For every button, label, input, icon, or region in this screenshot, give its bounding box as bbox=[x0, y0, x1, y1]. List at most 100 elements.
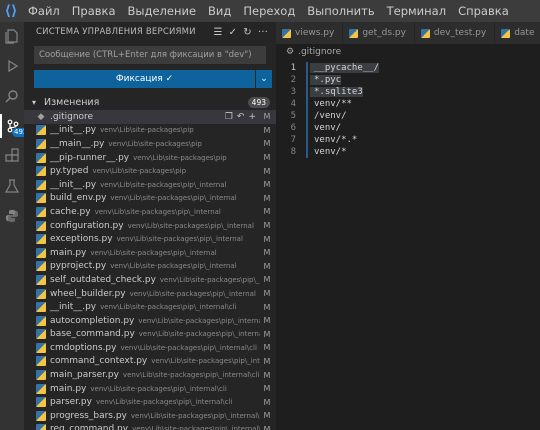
file-status: M bbox=[263, 248, 271, 258]
file-status: M bbox=[263, 424, 271, 430]
menu-item[interactable]: Терминал bbox=[381, 4, 452, 18]
editor-tab[interactable]: date bbox=[495, 22, 540, 44]
python-file-icon bbox=[36, 247, 46, 258]
file-name: __init__.py bbox=[50, 179, 97, 190]
menu-item[interactable]: Файл bbox=[22, 4, 66, 18]
view-as-tree-icon[interactable]: ☰ bbox=[214, 27, 223, 38]
chevron-down-icon: ⌄ bbox=[260, 74, 268, 84]
file-status: M bbox=[263, 153, 271, 163]
file-status: M bbox=[263, 289, 271, 299]
code-line: 5/venv/ bbox=[276, 110, 540, 122]
file-name: __init__.py bbox=[50, 302, 97, 313]
git-gutter-marker bbox=[306, 86, 308, 98]
explorer-icon[interactable] bbox=[0, 24, 24, 48]
file-name: py.typed bbox=[50, 166, 89, 177]
changed-file-row[interactable]: self_outdated_check.py venv\Lib\site-pack… bbox=[24, 273, 276, 287]
changed-file-row[interactable]: __init__.py venv\Lib\site-packages\pip\_i… bbox=[24, 300, 276, 314]
commit-button[interactable]: Фиксация ✓ bbox=[34, 70, 255, 88]
changed-file-row[interactable]: cmdoptions.py venv\Lib\site-packages\pip\… bbox=[24, 341, 276, 355]
code-text: venv/** bbox=[314, 99, 352, 109]
file-status: M bbox=[263, 397, 271, 407]
changes-count-badge: 493 bbox=[247, 96, 270, 108]
changed-file-row[interactable]: autocompletion.py venv\Lib\site-packages\… bbox=[24, 314, 276, 328]
menu-item[interactable]: Выделение bbox=[122, 4, 203, 18]
open-file-icon[interactable]: ❐ bbox=[225, 112, 233, 122]
file-path: venv\Lib\site-packages\pip\_internal\cli bbox=[130, 411, 260, 420]
changed-file-row[interactable]: main.py venv\Lib\site-packages\pip\_inter… bbox=[24, 246, 276, 260]
changed-file-row[interactable]: base_command.py venv\Lib\site-packages\pi… bbox=[24, 328, 276, 342]
run-debug-icon[interactable] bbox=[0, 54, 24, 78]
file-path: venv\Lib\site-packages\pip bbox=[100, 126, 194, 135]
code-text: *.pyc bbox=[310, 75, 342, 85]
changed-file-row[interactable]: exceptions.py venv\Lib\site-packages\pip\… bbox=[24, 232, 276, 246]
file-name: command_context.py bbox=[50, 356, 148, 367]
commit-check-icon[interactable]: ✓ bbox=[229, 27, 238, 38]
stage-changes-icon[interactable]: + bbox=[248, 112, 256, 122]
extensions-icon[interactable] bbox=[0, 144, 24, 168]
testing-flask-icon[interactable] bbox=[0, 174, 24, 198]
python-icon[interactable] bbox=[0, 204, 24, 228]
refresh-icon[interactable]: ↻ bbox=[243, 27, 252, 38]
editor-tab[interactable]: views.py bbox=[276, 22, 344, 44]
more-actions-icon[interactable]: ··· bbox=[258, 27, 268, 38]
sidebar-header: СИСТЕМА УПРАВЛЕНИЯ ВЕРСИЯМИ ☰ ✓ ↻ ··· bbox=[24, 22, 276, 42]
file-status: M bbox=[263, 343, 271, 353]
changed-file-row[interactable]: __init__.py venv\Lib\site-packages\pip M bbox=[24, 124, 276, 138]
changed-file-row[interactable]: pyproject.py venv\Lib\site-packages\pip\_… bbox=[24, 260, 276, 274]
menu-item[interactable]: Справка bbox=[452, 4, 515, 18]
changed-file-row[interactable]: progress_bars.py venv\Lib\site-packages\p… bbox=[24, 409, 276, 423]
tab-label: views.py bbox=[295, 28, 335, 38]
changed-file-row[interactable]: cache.py venv\Lib\site-packages\pip\_inte… bbox=[24, 205, 276, 219]
changed-file-row[interactable]: parser.py venv\Lib\site-packages\pip\_int… bbox=[24, 395, 276, 409]
changed-file-row[interactable]: ◆ .gitignore ❐ ↶ + M bbox=[24, 110, 276, 124]
python-file-icon bbox=[36, 193, 46, 204]
git-gutter-marker bbox=[306, 74, 308, 86]
changed-file-row[interactable]: wheel_builder.py venv\Lib\site-packages\p… bbox=[24, 287, 276, 301]
commit-dropdown-button[interactable]: ⌄ bbox=[256, 70, 272, 88]
tab-label: date bbox=[514, 28, 535, 38]
changed-file-row[interactable]: main.py venv\Lib\site-packages\pip\_inter… bbox=[24, 382, 276, 396]
python-file-icon bbox=[36, 138, 46, 149]
changed-file-row[interactable]: __init__.py venv\Lib\site-packages\pip\_i… bbox=[24, 178, 276, 192]
file-path: venv\Lib\site-packages\pip\_internal bbox=[100, 180, 227, 189]
code-text: venv/ bbox=[314, 123, 342, 133]
editor-area: views.py get_ds.py dev_test.py date ⚙ .giti… bbox=[276, 22, 540, 430]
file-status: M bbox=[263, 316, 271, 326]
menu-item[interactable]: Переход bbox=[237, 4, 301, 18]
editor-tab[interactable]: get_ds.py bbox=[343, 22, 415, 44]
menu-item[interactable]: Вид bbox=[202, 4, 237, 18]
changed-file-row[interactable]: build_env.py venv\Lib\site-packages\pip\_… bbox=[24, 192, 276, 206]
file-path: venv\Lib\site-packages\pip\_internal bbox=[116, 235, 243, 244]
python-file-icon bbox=[36, 261, 46, 272]
python-file-icon bbox=[36, 288, 46, 299]
file-name: build_env.py bbox=[50, 193, 107, 204]
breadcrumb-file[interactable]: .gitignore bbox=[298, 47, 341, 57]
changed-file-row[interactable]: command_context.py venv\Lib\site-packages… bbox=[24, 355, 276, 369]
python-file-icon bbox=[36, 234, 46, 245]
code-editor[interactable]: 1 __pycache__/2 *.pyc 3 *.sqlite3 4 venv/** 5/v… bbox=[276, 60, 540, 158]
menu-item[interactable]: Правка bbox=[66, 4, 122, 18]
search-icon[interactable] bbox=[0, 84, 24, 108]
changed-file-row[interactable]: configuration.py venv\Lib\site-packages\p… bbox=[24, 219, 276, 233]
commit-message-input[interactable]: Сообщение (CTRL+Enter для фиксации в "de… bbox=[34, 46, 266, 64]
source-control-sidebar: СИСТЕМА УПРАВЛЕНИЯ ВЕРСИЯМИ ☰ ✓ ↻ ··· Со… bbox=[24, 22, 276, 430]
python-file-icon bbox=[501, 28, 511, 38]
editor-tab[interactable]: dev_test.py bbox=[414, 22, 496, 44]
discard-changes-icon[interactable]: ↶ bbox=[237, 112, 245, 122]
changed-file-row[interactable]: req_command.py venv\Lib\site-packages\pip… bbox=[24, 423, 276, 430]
line-number: 4 bbox=[290, 99, 296, 109]
file-path: venv\Lib\site-packages\pip\_internal bbox=[94, 207, 221, 216]
source-control-icon[interactable]: 493 bbox=[0, 114, 30, 138]
changed-file-row[interactable]: __pip-runner__.py venv\Lib\site-packages\… bbox=[24, 151, 276, 165]
file-name: pyproject.py bbox=[50, 261, 107, 272]
changed-file-row[interactable]: main_parser.py venv\Lib\site-packages\pip… bbox=[24, 368, 276, 382]
python-file-icon bbox=[36, 329, 46, 340]
file-name: __pip-runner__.py bbox=[50, 152, 130, 163]
changes-section-header[interactable]: ▾ Изменения 493 bbox=[24, 94, 276, 110]
changed-file-row[interactable]: __main__.py venv\Lib\site-packages\pip M bbox=[24, 137, 276, 151]
tab-label: get_ds.py bbox=[362, 28, 406, 38]
changed-file-row[interactable]: py.typed venv\Lib\site-packages\pip M bbox=[24, 164, 276, 178]
menu-item[interactable]: Выполнить bbox=[301, 4, 380, 18]
code-text: *.sqlite3 bbox=[310, 87, 363, 97]
file-path: venv\Lib\site-packages\pip\_internal\cli bbox=[100, 303, 237, 312]
